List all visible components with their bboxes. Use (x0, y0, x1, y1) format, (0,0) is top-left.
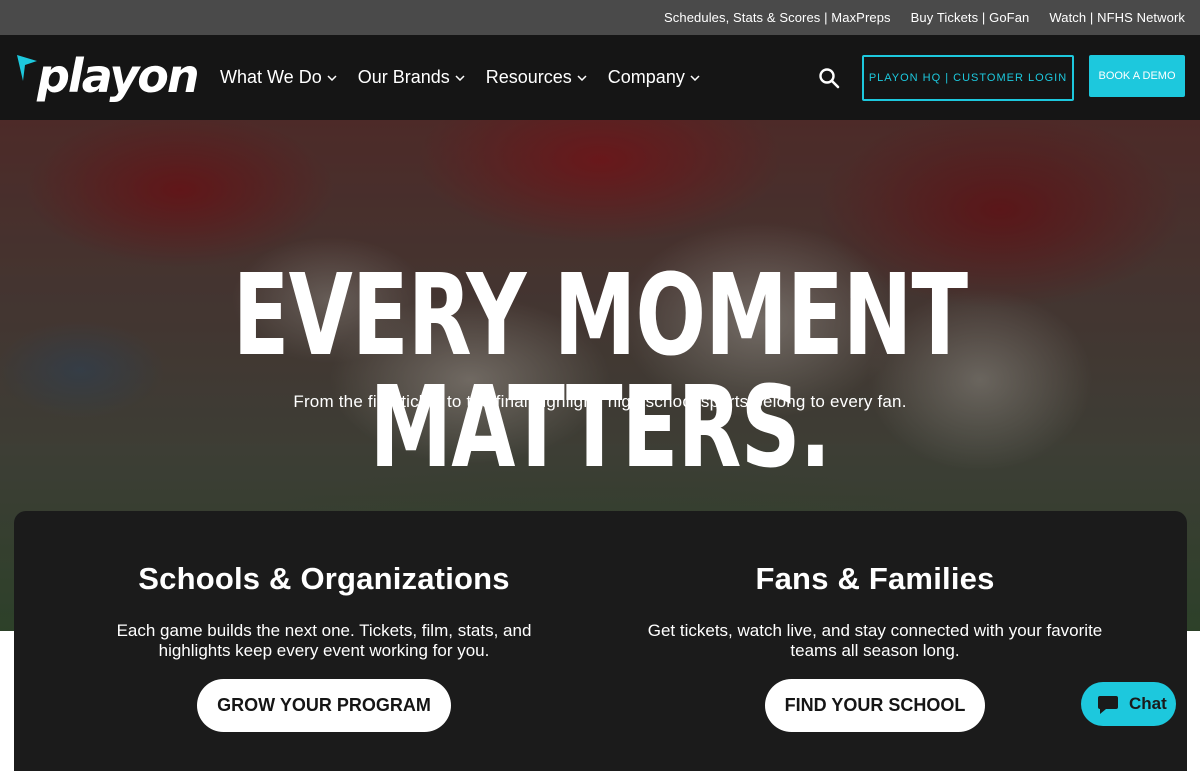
menu-resources[interactable]: Resources (486, 67, 587, 88)
nfhs-network-link[interactable]: Watch | NFHS Network (1049, 10, 1185, 25)
customer-login-button[interactable]: PLAYON HQ | CUSTOMER LOGIN (862, 55, 1074, 101)
gofan-link[interactable]: Buy Tickets | GoFan (911, 10, 1030, 25)
find-your-school-button[interactable]: FIND YOUR SCHOOL (764, 679, 986, 732)
book-demo-button[interactable]: BOOK A DEMO (1089, 55, 1185, 97)
menu-what-we-do[interactable]: What We Do (220, 67, 337, 88)
chevron-down-icon (690, 74, 700, 81)
fans-description: Get tickets, watch live, and stay connec… (647, 621, 1103, 660)
chat-button[interactable]: Chat (1081, 682, 1176, 726)
hero-subtitle: From the first ticket to the final highl… (293, 392, 907, 411)
fans-column: Fans & Families Get tickets, watch live,… (625, 561, 1125, 732)
menu-label: Resources (485, 67, 572, 87)
audience-panel: Schools & Organizations Each game builds… (14, 511, 1187, 771)
grow-your-program-button[interactable]: GROW YOUR PROGRAM (197, 679, 451, 732)
chat-label: Chat (1129, 694, 1167, 713)
maxpreps-link[interactable]: Schedules, Stats & Scores | MaxPreps (664, 10, 891, 25)
utility-bar: Schedules, Stats & Scores | MaxPreps Buy… (0, 0, 1200, 35)
schools-title: Schools & Organizations (138, 561, 510, 596)
logo-mark-icon (17, 55, 37, 81)
menu-label: Company (607, 67, 685, 87)
schools-description: Each game builds the next one. Tickets, … (116, 621, 532, 660)
menu-label: Our Brands (357, 67, 450, 87)
fans-title: Fans & Families (755, 561, 995, 596)
hero-title: EVERY MOMENT MATTERS. (232, 251, 968, 493)
chevron-down-icon (577, 74, 587, 81)
primary-menu: What We Do Our Brands Resources Company (220, 35, 721, 120)
schools-column: Schools & Organizations Each game builds… (74, 561, 574, 732)
chevron-down-icon (327, 74, 337, 81)
menu-label: What We Do (220, 67, 322, 87)
logo-wordmark: playon (37, 49, 200, 103)
playon-logo[interactable]: playon (15, 49, 200, 105)
search-icon[interactable] (818, 67, 840, 89)
menu-company[interactable]: Company (608, 67, 700, 88)
chevron-down-icon (455, 74, 465, 81)
chat-bubble-icon (1098, 696, 1118, 714)
menu-our-brands[interactable]: Our Brands (358, 67, 465, 88)
main-navigation: playon What We Do Our Brands Resources C… (0, 35, 1200, 120)
